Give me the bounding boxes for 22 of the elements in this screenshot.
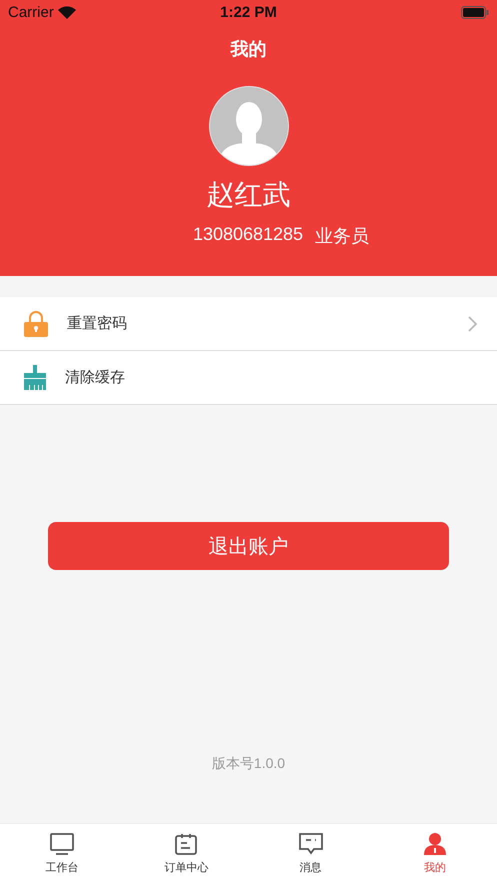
lock-icon — [24, 310, 48, 336]
page-title: 我的 — [230, 38, 266, 61]
person-icon — [422, 832, 447, 856]
tab-item[interactable]: 我的 — [372, 824, 497, 883]
status-time: 1:22 PM — [220, 4, 277, 21]
message-icon — [298, 832, 324, 856]
wifi-icon — [58, 6, 76, 19]
battery-icon — [460, 6, 489, 19]
broom-icon — [24, 365, 46, 390]
monitor-icon — [50, 832, 74, 856]
tab-item[interactable]: 消息 — [248, 824, 373, 883]
user-role: 业务员 — [315, 225, 370, 248]
menu-item[interactable]: 清除缓存 — [0, 351, 497, 405]
menu-item[interactable]: 重置密码 — [0, 297, 497, 351]
user-name: 赵红武 — [206, 178, 290, 212]
version-label: 版本号1.0.0 — [212, 755, 286, 773]
phone-number: 13080681285 — [192, 224, 304, 246]
tab-item[interactable]: 订单中心 — [124, 824, 248, 883]
carrier-label: Carrier — [8, 4, 54, 21]
logout-button[interactable]: 退出账户 — [48, 522, 449, 570]
calendar-icon — [174, 832, 198, 856]
tab-item[interactable]: 工作台 — [0, 824, 124, 883]
